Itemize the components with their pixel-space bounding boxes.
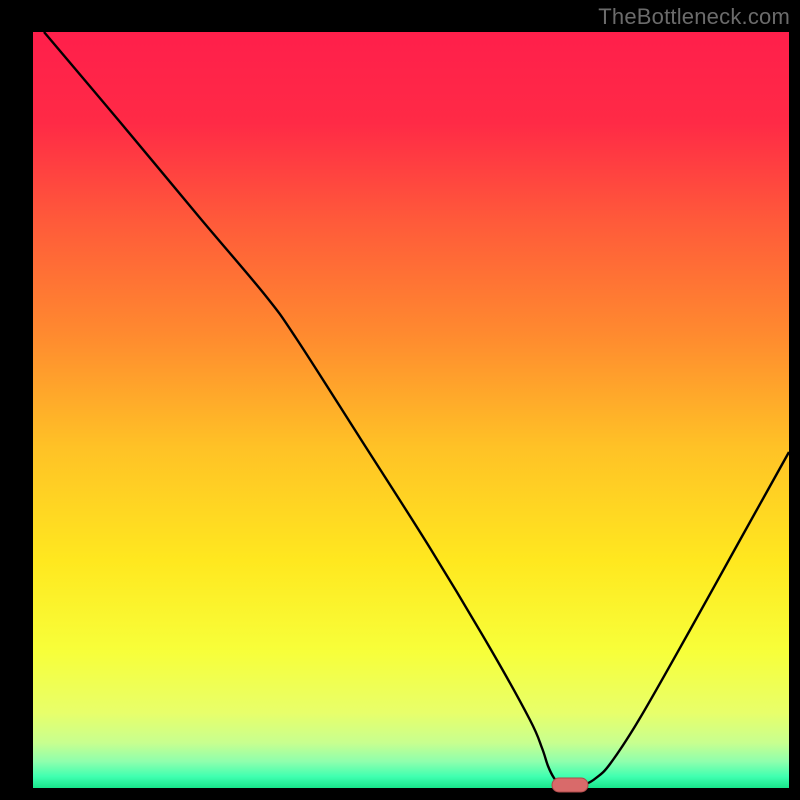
bottleneck-chart [0,0,800,800]
optimal-marker [552,778,588,792]
chart-stage: TheBottleneck.com [0,0,800,800]
watermark-text: TheBottleneck.com [598,4,790,30]
plot-area [33,32,789,788]
